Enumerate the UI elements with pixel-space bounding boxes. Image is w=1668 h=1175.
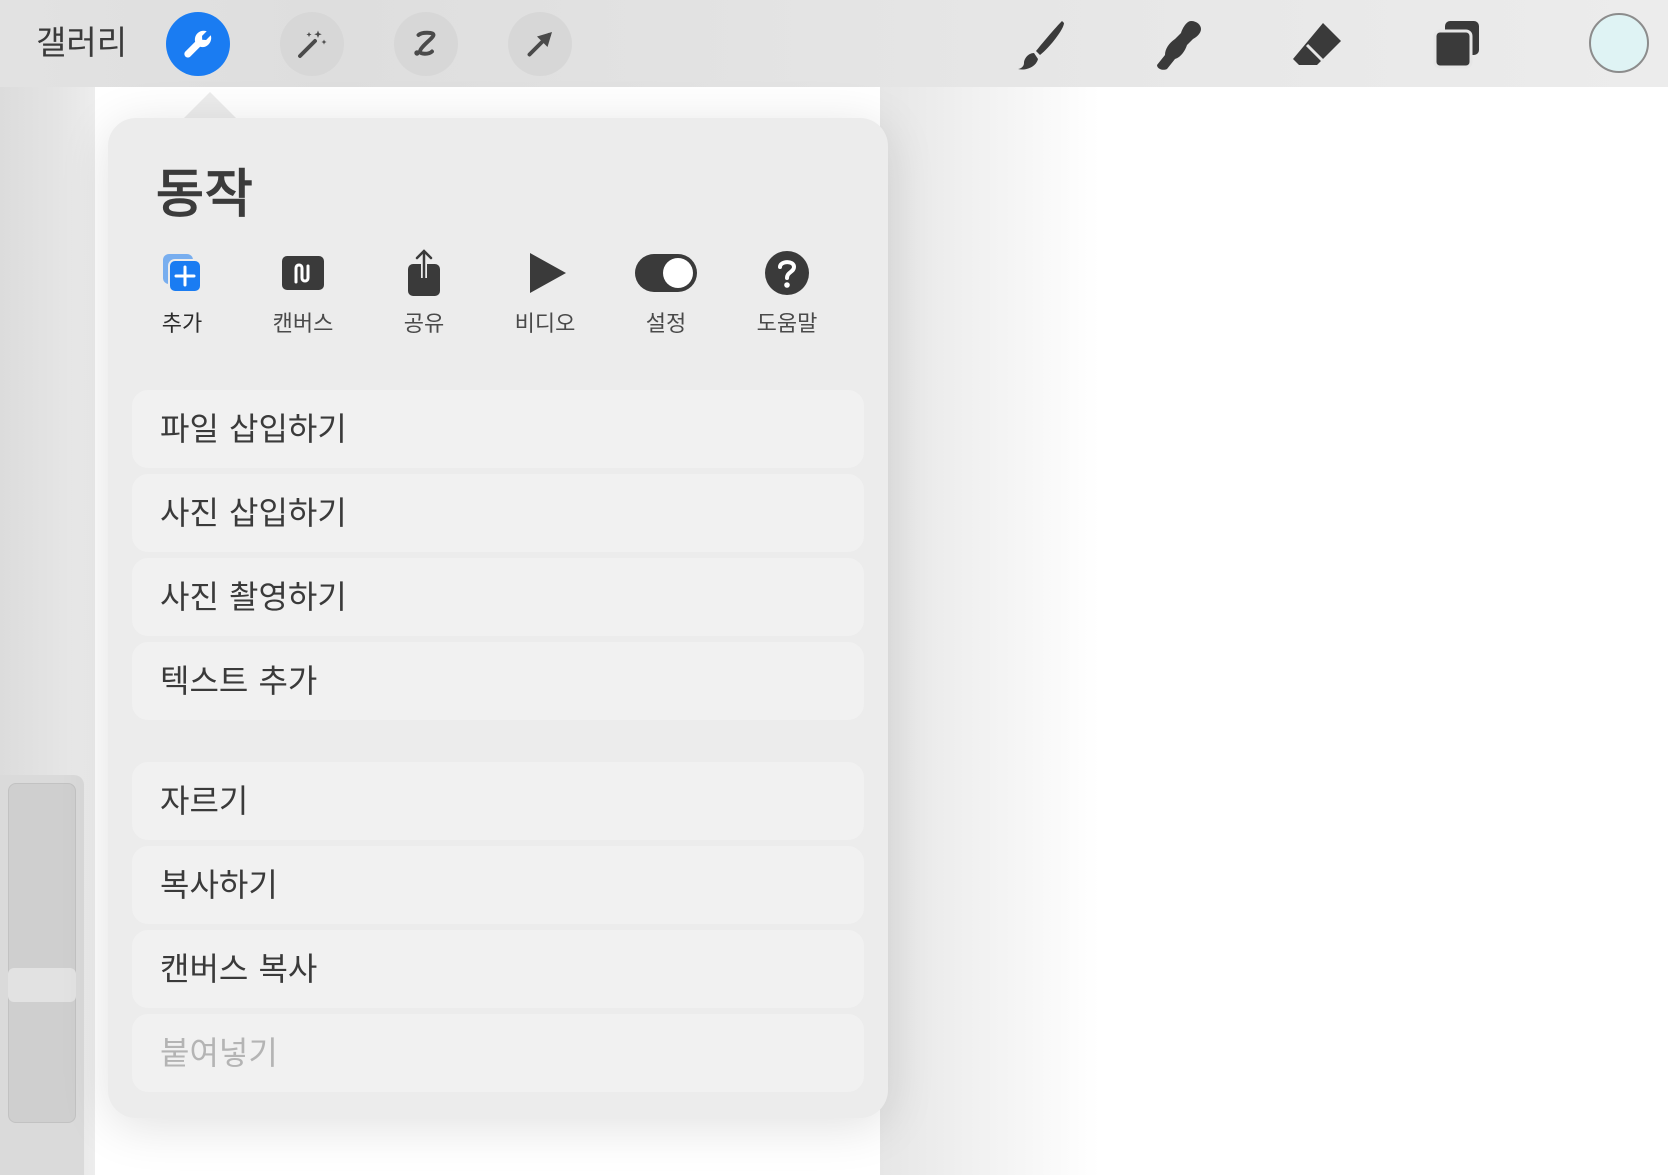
tab-label: 캔버스: [272, 312, 334, 337]
tab-video[interactable]: 비디오: [490, 248, 600, 338]
popover-title: 동작: [156, 165, 254, 225]
cut-item[interactable]: 자르기: [132, 762, 864, 840]
wrench-icon: [184, 30, 212, 58]
smudge-icon: [1157, 21, 1201, 70]
popover-shadow: [880, 87, 1100, 1175]
actions-button[interactable]: [166, 12, 230, 76]
take-photo-item[interactable]: 사진 촬영하기: [132, 558, 864, 636]
tab-share[interactable]: 공유: [369, 248, 479, 338]
adjustments-button[interactable]: [280, 12, 344, 76]
help-icon: [765, 251, 809, 295]
tab-help[interactable]: 도움말: [732, 248, 842, 338]
smudge-button[interactable]: [1146, 14, 1208, 76]
brush-button[interactable]: [1009, 14, 1071, 76]
actions-popover: 동작 추가 캔버스 공유 비디오 설정 도움말 파일 삽입하기 사진 삽입하기 …: [108, 118, 888, 1118]
paste-item: 붙여넣기: [132, 1014, 864, 1092]
add-text-item[interactable]: 텍스트 추가: [132, 642, 864, 720]
layers-icon: [1433, 21, 1479, 69]
selection-icon: [414, 30, 436, 56]
canvas-icon: [282, 256, 324, 290]
insert-file-item[interactable]: 파일 삽입하기: [132, 390, 864, 468]
eraser-icon: [1293, 23, 1341, 65]
tab-label: 공유: [403, 312, 445, 337]
tab-label: 설정: [645, 312, 687, 337]
play-icon: [530, 253, 566, 293]
selection-button[interactable]: [394, 12, 458, 76]
tab-label: 도움말: [756, 312, 818, 337]
copy-item[interactable]: 복사하기: [132, 846, 864, 924]
tab-label: 추가: [161, 312, 203, 337]
gallery-button[interactable]: 갤러리: [36, 20, 127, 66]
transform-arrow-icon: [527, 32, 552, 57]
brush-size-slider[interactable]: [0, 775, 84, 1175]
brush-icon: [1018, 21, 1064, 70]
share-icon: [408, 249, 440, 296]
slider-track[interactable]: [8, 783, 76, 1123]
tab-canvas[interactable]: 캔버스: [248, 248, 358, 338]
slider-thumb[interactable]: [8, 968, 76, 1002]
transform-button[interactable]: [508, 12, 572, 76]
add-icon: [163, 254, 202, 293]
tab-settings[interactable]: 설정: [611, 248, 721, 338]
tab-add[interactable]: 추가: [127, 248, 237, 338]
toggle-icon: [635, 254, 697, 292]
tab-label: 비디오: [514, 312, 576, 337]
color-picker-button[interactable]: [1589, 13, 1649, 73]
top-toolbar: 갤러리: [0, 0, 1668, 87]
popover-arrow: [184, 92, 236, 118]
copy-canvas-item[interactable]: 캔버스 복사: [132, 930, 864, 1008]
insert-photo-item[interactable]: 사진 삽입하기: [132, 474, 864, 552]
magic-wand-icon: [298, 30, 327, 58]
layers-button[interactable]: [1426, 14, 1488, 76]
eraser-button[interactable]: [1286, 14, 1348, 76]
